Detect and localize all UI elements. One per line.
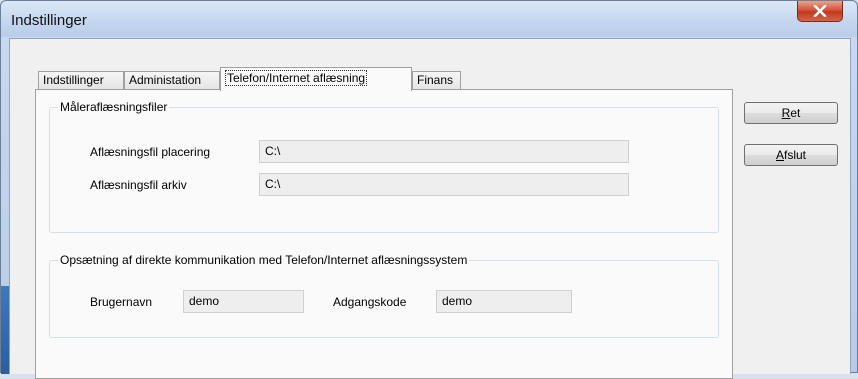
- window-title: Indstillinger: [11, 12, 87, 29]
- ret-button[interactable]: Ret: [744, 102, 838, 124]
- tab-label: Finans: [417, 73, 454, 87]
- close-icon: [813, 5, 827, 17]
- afslut-label: fslut: [784, 148, 807, 162]
- group-title: Opsætning af direkte kommunikation med T…: [58, 253, 470, 267]
- close-button[interactable]: [797, 1, 843, 22]
- title-bar[interactable]: Indstillinger: [1, 1, 857, 37]
- tab-indstillinger[interactable]: Indstillinger: [38, 71, 124, 90]
- tab-finans[interactable]: Finans: [412, 71, 461, 90]
- tab-page-telefon-internet: Måleraflæsningsfiler Aflæsningsfil place…: [35, 89, 733, 379]
- afslut-button[interactable]: Afslut: [744, 144, 838, 166]
- group-title: Måleraflæsningsfiler: [58, 100, 170, 114]
- tab-telefon-internet[interactable]: Telefon/Internet aflæsning: [220, 67, 412, 91]
- username-field[interactable]: demo: [183, 290, 304, 313]
- tab-label: Administation: [129, 73, 202, 87]
- group-direct-communication: Opsætning af direkte kommunikation med T…: [49, 253, 719, 338]
- password-field[interactable]: demo: [436, 290, 572, 313]
- background-strip: [1, 286, 9, 374]
- archive-field[interactable]: C:\: [259, 173, 629, 196]
- tab-label: Indstillinger: [43, 73, 104, 87]
- location-field[interactable]: C:\: [259, 140, 629, 163]
- password-label: Adgangskode: [333, 295, 407, 309]
- location-label: Aflæsningsfil placering: [90, 145, 211, 159]
- tab-administation[interactable]: Administation: [124, 71, 220, 90]
- archive-label: Aflæsningsfil arkiv: [90, 178, 187, 192]
- username-label: Brugernavn: [90, 295, 153, 309]
- ret-label: et: [790, 106, 801, 120]
- tab-label: Telefon/Internet aflæsning: [225, 70, 368, 86]
- client-area: Indstillinger Administation Telefon/Inte…: [9, 38, 851, 379]
- settings-window: Indstillinger Indstillinger Administatio…: [0, 0, 858, 379]
- afslut-accelerator: A: [775, 148, 784, 162]
- group-meter-files: Måleraflæsningsfiler Aflæsningsfil place…: [49, 100, 719, 233]
